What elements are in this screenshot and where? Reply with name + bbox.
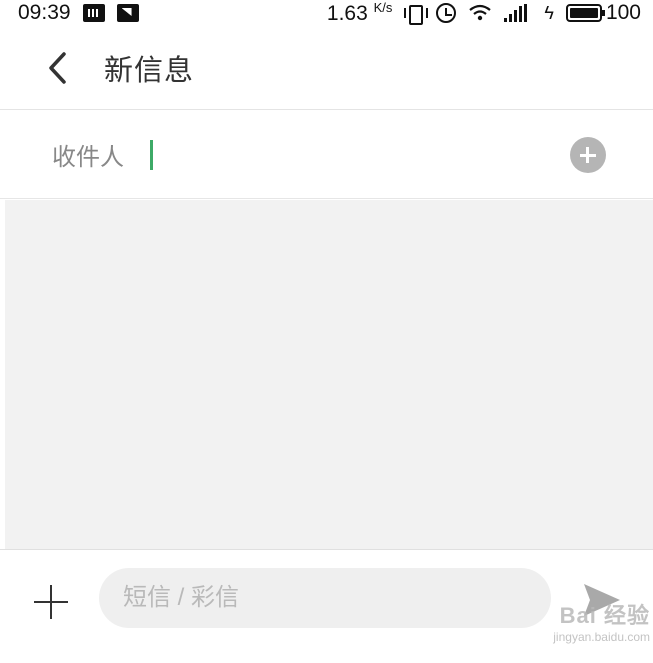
title-bar: 新信息	[0, 26, 653, 110]
back-button[interactable]	[38, 48, 78, 88]
status-time: 09:39	[18, 1, 71, 24]
network-speed-value: 1.63	[326, 2, 368, 25]
status-left: 09:39	[18, 1, 139, 25]
keyboard-icon	[82, 4, 105, 22]
battery-icon	[565, 4, 605, 22]
page-title: 新信息	[104, 54, 195, 87]
status-right: 1.63 K/s ϟ 100	[327, 0, 641, 26]
image-notification-icon	[116, 4, 139, 22]
recipient-row: 收件人	[0, 111, 653, 199]
message-input[interactable]	[99, 568, 551, 628]
alarm-icon	[436, 3, 457, 23]
watermark: Bai 经验 jingyan.baidu.com	[500, 598, 650, 644]
battery-level: 100	[605, 1, 641, 24]
network-speed-unit: K/s	[373, 0, 393, 15]
charging-icon: ϟ	[544, 2, 554, 23]
wifi-icon	[468, 4, 492, 22]
recipient-label: 收件人	[52, 144, 124, 171]
attach-button[interactable]	[32, 583, 70, 621]
watermark-url: jingyan.baidu.com	[553, 630, 650, 644]
watermark-logo: Bai 经验	[559, 603, 650, 628]
conversation-area	[5, 200, 653, 549]
signal-icon	[504, 4, 532, 22]
status-bar: 09:39 1.63 K/s ϟ 100	[0, 0, 653, 26]
network-speed: 1.63 K/s	[327, 0, 393, 26]
chevron-left-icon	[49, 51, 66, 84]
recipient-input[interactable]	[150, 139, 530, 170]
add-contact-button[interactable]	[570, 137, 606, 173]
vibrate-icon	[404, 4, 429, 25]
